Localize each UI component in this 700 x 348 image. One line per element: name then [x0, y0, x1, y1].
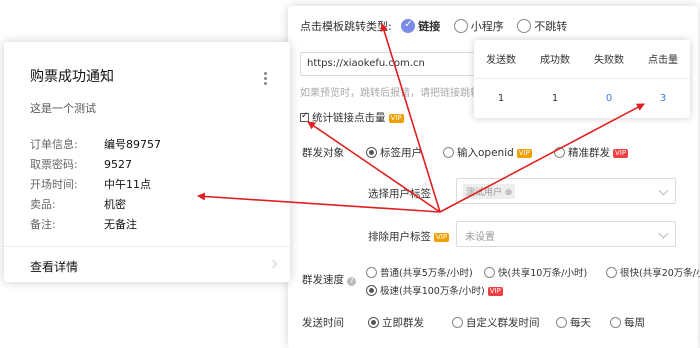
view-details-link[interactable]: 查看详情 — [4, 246, 290, 282]
send-time-immediate[interactable]: 立即群发 — [368, 315, 424, 330]
select-tag-label: 选择用户标签 — [368, 188, 431, 200]
radio-checked-icon — [366, 147, 377, 158]
jump-type-row: 点击模板跳转类型: 链接 小程序 不跳转 — [300, 18, 567, 34]
card-title: 购票成功通知 — [30, 69, 114, 85]
radio-icon — [366, 267, 377, 278]
stats-header-clicks: 点击量 — [636, 40, 690, 79]
chevron-down-icon — [658, 185, 669, 196]
jump-type-label: 点击模板跳转类型: — [300, 20, 392, 33]
speed-option-extreme[interactable]: 极速(共享100万条/小时) VIP — [366, 283, 503, 297]
jump-option-link[interactable]: 链接 — [401, 19, 440, 33]
target-option-precise[interactable]: 精准群发 VIP — [554, 145, 629, 160]
vip-badge: VIP — [516, 149, 532, 158]
speed-label-row: 群发速度 ? — [302, 272, 357, 287]
radio-icon — [556, 317, 567, 328]
template-message-card: 购票成功通知 这是一个测试 订单信息: 编号89757 取票密码: 9527 开场时… — [4, 42, 290, 282]
radio-checked-icon — [368, 317, 379, 328]
stats-value-clicks: 3 — [659, 92, 667, 104]
vip-badge: VIP — [388, 114, 404, 123]
target-label: 群发对象 — [302, 147, 344, 159]
preview-hint: 如果预览时，跳转后报错，请把链接跳转为 — [300, 88, 490, 99]
vip-badge: VIP — [434, 233, 450, 242]
jump-option-none[interactable]: 不跳转 — [517, 19, 567, 33]
stats-header-failed: 失败数 — [582, 40, 636, 79]
exclude-tag-row: 排除用户标签 VIP — [368, 231, 450, 243]
radio-icon — [517, 19, 532, 33]
chevron-down-icon — [658, 228, 669, 239]
stats-popover: 发送数 成功数 失败数 点击量 1 1 0 3 — [474, 40, 690, 118]
stat-click-checkbox[interactable]: 统计链接点击量VIP — [300, 110, 404, 125]
jump-option-miniprogram[interactable]: 小程序 — [453, 19, 504, 33]
card-row-note: 备注: 无备注 — [30, 218, 137, 231]
radio-icon — [452, 317, 463, 328]
radio-icon — [610, 317, 621, 328]
selected-tag: 测试用户 ⊗ — [463, 184, 516, 199]
card-row-items: 卖品: 机密 — [30, 198, 126, 211]
radio-icon — [606, 267, 617, 278]
checkbox-checked-icon — [300, 111, 309, 122]
vip-badge: VIP — [487, 287, 503, 296]
tag-close-icon[interactable]: ⊗ — [505, 188, 513, 198]
stats-header-sent: 发送数 — [474, 40, 528, 79]
select-tag-dropdown[interactable]: 测试用户 ⊗ — [456, 178, 676, 204]
exclude-tag-dropdown[interactable]: 未设置 — [456, 221, 676, 247]
chevron-right-icon — [268, 259, 278, 269]
speed-option-very-fast[interactable]: 很快(共享20万条/小 — [606, 265, 700, 279]
card-row-ticket-password: 取票密码: 9527 — [30, 158, 132, 171]
target-option-openid[interactable]: 输入openid VIP — [443, 145, 532, 160]
card-row-start-time: 开场时间: 中午11点 — [30, 178, 151, 191]
stats-header-success: 成功数 — [528, 40, 582, 79]
more-options-icon[interactable] — [264, 72, 267, 87]
radio-icon — [453, 19, 468, 33]
help-icon[interactable]: ? — [347, 277, 357, 286]
radio-icon — [443, 147, 454, 158]
radio-checked-icon — [366, 285, 377, 296]
stats-table: 发送数 成功数 失败数 点击量 1 1 0 3 — [474, 40, 690, 118]
stats-value-failed: 0 — [605, 92, 613, 104]
send-time-label: 发送时间 — [302, 317, 344, 329]
radio-icon — [554, 147, 565, 158]
send-time-daily[interactable]: 每天 — [556, 315, 591, 330]
speed-option-fast[interactable]: 快(共享10万条/小时) — [484, 265, 587, 279]
stats-value-sent: 1 — [497, 92, 505, 104]
radio-checked-icon — [401, 19, 416, 33]
screenshot-stage: 点击模板跳转类型: 链接 小程序 不跳转 https://xiaokefu.co… — [0, 0, 700, 348]
send-time-custom[interactable]: 自定义群发时间 — [452, 315, 540, 330]
stats-value-row: 1 1 0 3 — [474, 78, 690, 118]
card-row-order: 订单信息: 编号89757 — [30, 138, 161, 151]
target-option-tag-users[interactable]: 标签用户 — [366, 145, 422, 160]
speed-option-normal[interactable]: 普通(共享5万条/小时) — [366, 265, 473, 279]
card-subtitle: 这是一个测试 — [30, 102, 96, 115]
stats-header-row: 发送数 成功数 失败数 点击量 — [474, 40, 690, 79]
send-time-weekly[interactable]: 每周 — [610, 315, 645, 330]
stats-value-success: 1 — [551, 92, 559, 104]
radio-icon — [484, 267, 495, 278]
url-input[interactable]: https://xiaokefu.com.cn — [300, 52, 486, 76]
vip-badge: VIP — [613, 149, 629, 158]
